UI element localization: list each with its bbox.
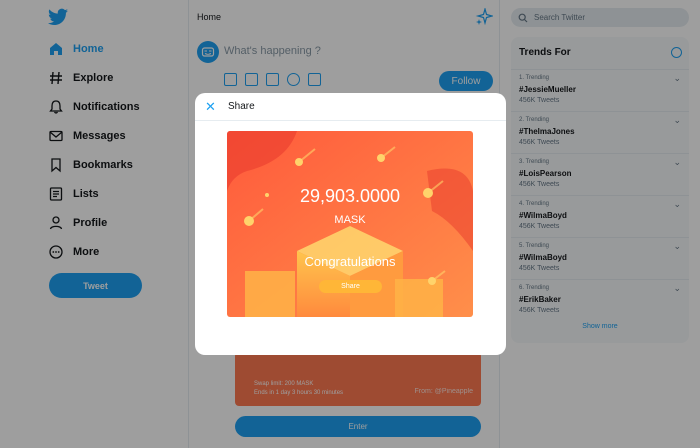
close-icon[interactable]: ✕ xyxy=(205,100,216,113)
share-dialog: ✕ Share 29,903.0000 MASK Congratulations… xyxy=(195,93,506,355)
dialog-header: ✕ Share xyxy=(195,93,506,121)
share-button[interactable]: Share xyxy=(319,280,382,293)
dialog-title: Share xyxy=(228,101,255,112)
reward-card: 29,903.0000 MASK Congratulations Share xyxy=(227,131,473,317)
reward-amount: 29,903.0000 xyxy=(299,186,401,206)
reward-token: MASK xyxy=(334,214,366,226)
congratulations-text: Congratulations xyxy=(304,254,396,269)
